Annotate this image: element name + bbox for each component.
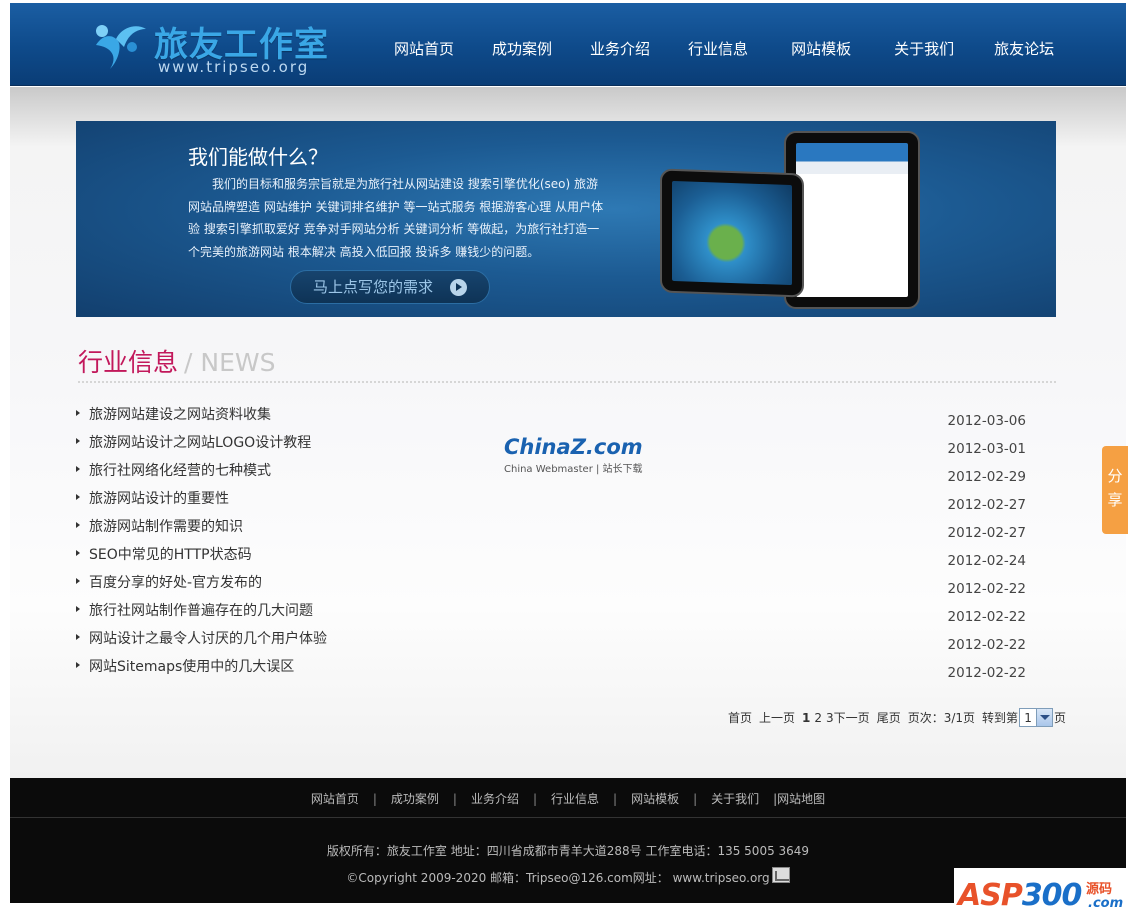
watermark-logo: ChinaZ.com — [504, 435, 643, 459]
arrow-circle-icon — [450, 279, 467, 296]
asp300-logo: ASP300 — [958, 878, 1082, 913]
news-date: 2012-02-22 — [947, 637, 1026, 653]
news-date: 2012-02-27 — [947, 525, 1026, 541]
footer-link-about[interactable]: 关于我们 — [711, 792, 759, 806]
pager-prev[interactable]: 上一页 — [759, 709, 795, 726]
news-item: 旅游网站设计的重要性 2012-02-27 — [76, 487, 1026, 515]
pagination: 首页 上一页 1 2 3 下一页 尾页 页次：3/1页 转到第 1 页 — [728, 708, 1066, 727]
bullet-icon — [76, 466, 80, 472]
news-date: 2012-02-27 — [947, 497, 1026, 513]
share-label-2: 享 — [1107, 491, 1123, 509]
news-title[interactable]: 网站设计之最令人讨厌的几个用户体验 — [89, 628, 327, 648]
news-date: 2012-02-22 — [947, 665, 1026, 681]
news-title[interactable]: SEO中常见的HTTP状态码 — [89, 544, 252, 564]
footer-link-services[interactable]: 业务介绍 — [471, 792, 519, 806]
tablet-image-front — [660, 168, 804, 298]
news-title[interactable]: 旅游网站建设之网站资料收集 — [89, 404, 271, 424]
news-date: 2012-02-22 — [947, 609, 1026, 625]
submit-request-label: 马上点写您的需求 — [313, 278, 434, 296]
news-title[interactable]: 旅游网站设计之网站LOGO设计教程 — [89, 432, 311, 452]
footer-nav: 网站首页 | 成功案例 | 业务介绍 | 行业信息 | 网站模板 | 关于我们 |网站地图 — [10, 778, 1126, 818]
logo-url: www.tripseo.org — [158, 58, 310, 76]
footer-link-home[interactable]: 网站首页 — [311, 792, 359, 806]
news-item: SEO中常见的HTTP状态码 2012-02-24 — [76, 543, 1026, 571]
nav-industry-news[interactable]: 行业信息 — [688, 3, 748, 86]
nav-about[interactable]: 关于我们 — [894, 3, 954, 86]
dotted-divider — [78, 381, 1056, 383]
bullet-icon — [76, 522, 80, 528]
chinaz-watermark: ChinaZ.com China Webmaster | 站长下载 — [504, 435, 643, 475]
promo-banner: 我们能做什么？ 我们的目标和服务宗旨就是为旅行社从网站建设 搜索引擎优化(seo… — [76, 121, 1056, 317]
nav-forum[interactable]: 旅友论坛 — [994, 3, 1054, 86]
main-nav: 网站首页 成功案例 业务介绍 行业信息 网站模板 关于我们 旅友论坛 — [370, 3, 1054, 86]
share-label-1: 分 — [1107, 467, 1123, 485]
stat-chart-icon[interactable] — [771, 867, 790, 883]
pager-goto-suffix: 页 — [1054, 711, 1067, 725]
pager-page-3[interactable]: 3 — [826, 711, 834, 725]
bullet-icon — [76, 494, 80, 500]
tablet-image-back — [784, 131, 920, 309]
pager-next[interactable]: 下一页 — [834, 709, 870, 726]
asp300-com: .com — [1088, 896, 1124, 911]
pager-info: 页次：3/1页 — [907, 711, 976, 725]
banner-title: 我们能做什么？ — [188, 145, 328, 169]
bullet-icon — [76, 634, 80, 640]
pager-goto-select[interactable]: 1 — [1019, 708, 1054, 727]
news-title[interactable]: 旅行社网络化经营的七种模式 — [89, 460, 271, 480]
news-item: 旅游网站建设之网站资料收集 2012-03-06 — [76, 403, 1026, 431]
banner-text: 我们的目标和服务宗旨就是为旅行社从网站建设 搜索引擎优化(seo) 旅游网站品牌… — [188, 177, 604, 259]
submit-request-button[interactable]: 马上点写您的需求 — [290, 270, 490, 304]
page: 旅友工作室 www.tripseo.org 网站首页 成功案例 业务介绍 行业信… — [10, 3, 1126, 903]
footer-link-templates[interactable]: 网站模板 — [631, 792, 679, 806]
pager-page-2[interactable]: 2 — [814, 711, 822, 725]
bullet-icon — [76, 438, 80, 444]
news-item: 网站Sitemaps使用中的几大误区 2012-02-22 — [76, 655, 1026, 683]
news-heading-en: / NEWS — [184, 348, 276, 377]
asp300-yuanma: 源码 — [1086, 882, 1113, 897]
bullet-icon — [76, 606, 80, 612]
news-title[interactable]: 旅行社网站制作普遍存在的几大问题 — [89, 600, 313, 620]
pager-first[interactable]: 首页 — [728, 709, 752, 726]
share-tab[interactable]: 分 享 — [1102, 446, 1128, 534]
pager-goto-prefix: 转到第 — [982, 711, 1019, 725]
footer-copyright-line1: 版权所有：旅友工作室 地址：四川省成都市青羊大道288号 工作室电话：135 5… — [326, 844, 810, 858]
news-date: 2012-02-29 — [947, 469, 1026, 485]
news-item: 旅行社网站制作普遍存在的几大问题 2012-02-22 — [76, 599, 1026, 627]
news-heading-cn: 行业信息 — [78, 348, 179, 377]
news-date: 2012-03-01 — [947, 441, 1026, 457]
news-title[interactable]: 百度分享的好处-官方发布的 — [89, 572, 262, 592]
nav-services[interactable]: 业务介绍 — [590, 3, 650, 86]
pager-goto-value: 1 — [1024, 710, 1032, 725]
bullet-icon — [76, 410, 80, 416]
news-item: 网站设计之最令人讨厌的几个用户体验 2012-02-22 — [76, 627, 1026, 655]
footer-link-sitemap[interactable]: |网站地图 — [773, 792, 825, 806]
logo-mark-icon — [96, 25, 146, 69]
footer-link-cases[interactable]: 成功案例 — [391, 792, 439, 806]
news-heading: 行业信息 / NEWS — [78, 343, 275, 379]
site-logo[interactable]: 旅友工作室 www.tripseo.org — [88, 13, 348, 79]
footer-link-news[interactable]: 行业信息 — [551, 792, 599, 806]
news-date: 2012-02-24 — [947, 553, 1026, 569]
news-title[interactable]: 旅游网站设计的重要性 — [89, 488, 229, 508]
pager-last[interactable]: 尾页 — [877, 709, 901, 726]
news-date: 2012-02-22 — [947, 581, 1026, 597]
bullet-icon — [76, 578, 80, 584]
news-date: 2012-03-06 — [947, 413, 1026, 429]
site-header: 旅友工作室 www.tripseo.org 网站首页 成功案例 业务介绍 行业信… — [10, 3, 1126, 86]
pager-page-current: 1 — [802, 710, 811, 725]
nav-cases[interactable]: 成功案例 — [492, 3, 552, 86]
asp300-watermark: ASP300 源码 .com — [954, 868, 1128, 924]
bullet-icon — [76, 550, 80, 556]
bullet-icon — [76, 662, 80, 668]
news-title[interactable]: 旅游网站制作需要的知识 — [89, 516, 243, 536]
news-item: 旅游网站制作需要的知识 2012-02-27 — [76, 515, 1026, 543]
nav-templates[interactable]: 网站模板 — [791, 3, 851, 86]
watermark-subtitle: China Webmaster | 站长下载 — [504, 464, 643, 475]
dropdown-arrow-icon[interactable] — [1036, 709, 1053, 726]
nav-home[interactable]: 网站首页 — [394, 3, 454, 86]
news-item: 百度分享的好处-官方发布的 2012-02-22 — [76, 571, 1026, 599]
news-title[interactable]: 网站Sitemaps使用中的几大误区 — [89, 656, 294, 676]
